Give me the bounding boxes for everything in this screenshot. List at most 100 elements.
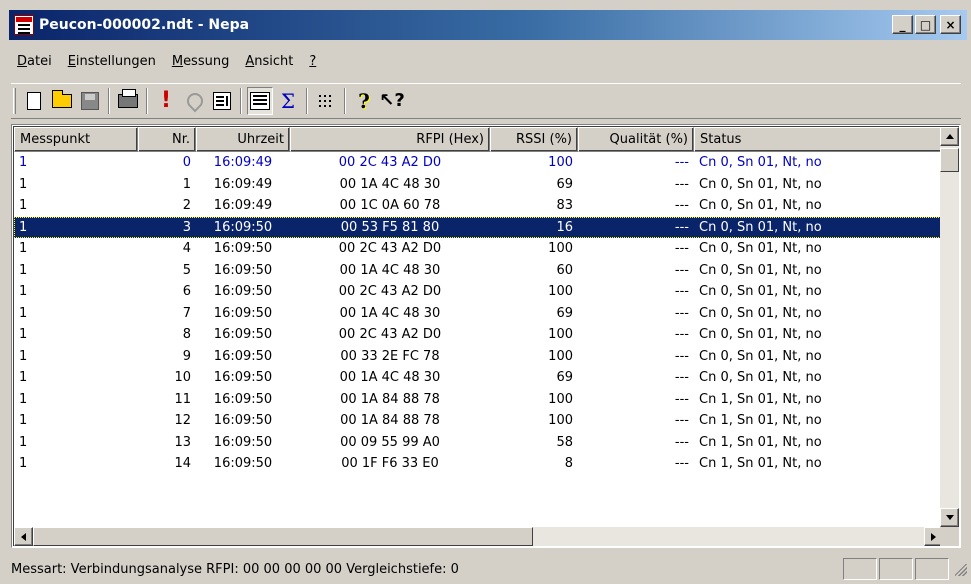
cell-status: Cn 0, Sn 01, Nt, no: [699, 370, 822, 386]
app-window: Peucon-000002.ndt - Nepa _ □ × Datei Eins…: [0, 0, 971, 584]
cell-uhrzeit: 16:09:50: [213, 391, 273, 407]
table-row[interactable]: 1 8 16:09:50 00 2C 43 A2 D0 100 --- Cn 0, Sn 0…: [14, 324, 943, 346]
toolbar: ! Σ ? ↖?: [11, 83, 961, 119]
cell-status: Cn 0, Sn 01, Nt, no: [699, 176, 822, 192]
cell-uhrzeit: 16:09:49: [213, 176, 273, 192]
cell-nr: 4: [182, 241, 191, 257]
help-button[interactable]: ?: [351, 87, 377, 115]
size-grip[interactable]: [951, 560, 969, 578]
cell-uhrzeit: 16:09:50: [213, 305, 273, 321]
status-bar: Messart: Verbindungsanalyse RFPI: 00 00 …: [9, 556, 969, 582]
status-pane: [879, 558, 913, 580]
cell-rssi: 100: [548, 241, 573, 257]
table-row[interactable]: 1 11 16:09:50 00 1A 84 88 78 100 --- Cn 1, Sn …: [14, 389, 943, 411]
table-row[interactable]: 1 14 16:09:50 00 1F F6 33 E0 8 --- Cn 1, Sn 01…: [14, 453, 943, 475]
scroll-left-button[interactable]: [14, 527, 33, 546]
cell-qualitaet: ---: [674, 241, 689, 257]
whats-this-button[interactable]: ↖?: [379, 87, 405, 115]
horizontal-scroll-thumb[interactable]: [33, 527, 533, 546]
column-header-rssi[interactable]: RSSI (%): [490, 127, 578, 152]
table-row[interactable]: 1 1 16:09:49 00 1A 4C 48 30 69 --- Cn 0, Sn 01…: [14, 174, 943, 196]
toolbar-separator: [344, 88, 346, 114]
cell-rfpi: 00 1A 4C 48 30: [339, 305, 441, 321]
cell-rssi: 100: [548, 391, 573, 407]
list-header: Messpunkt Nr. Uhrzeit RFPI (Hex) RSSI (%) Qua…: [14, 127, 943, 152]
table-row[interactable]: 1 2 16:09:49 00 1C 0A 60 78 83 --- Cn 0, Sn 01…: [14, 195, 943, 217]
toolbar-grip[interactable]: [13, 88, 16, 114]
table-row[interactable]: 1 10 16:09:50 00 1A 4C 48 30 69 --- Cn 0, Sn 0…: [14, 367, 943, 389]
table-row[interactable]: 1 0 16:09:49 00 2C 43 A2 D0 100 --- Cn 0, Sn 0…: [14, 152, 943, 174]
column-header-messpunkt[interactable]: Messpunkt: [14, 127, 138, 152]
table-row[interactable]: 1 4 16:09:50 00 2C 43 A2 D0 100 --- Cn 0, Sn 0…: [14, 238, 943, 260]
alert-button[interactable]: !: [153, 87, 179, 115]
vertical-scroll-thumb[interactable]: [940, 148, 959, 172]
cell-qualitaet: ---: [674, 391, 689, 407]
details-view-button[interactable]: [247, 87, 273, 115]
cell-nr: 14: [174, 456, 191, 472]
title-bar[interactable]: Peucon-000002.ndt - Nepa _ □ ×: [9, 10, 967, 40]
menu-messung[interactable]: Messung: [164, 54, 238, 69]
table-row[interactable]: 1 13 16:09:50 00 09 55 99 A0 58 --- Cn 1, Sn 0…: [14, 432, 943, 454]
column-header-qualitaet[interactable]: Qualität (%): [578, 127, 694, 152]
cell-uhrzeit: 16:09:49: [213, 198, 273, 214]
print-icon: [118, 89, 138, 108]
statistics-button[interactable]: Σ: [275, 87, 301, 115]
cut-button[interactable]: [181, 87, 207, 115]
horizontal-scrollbar[interactable]: [14, 527, 943, 546]
cell-rfpi: 00 1A 4C 48 30: [339, 370, 441, 386]
cell-uhrzeit: 16:09:50: [213, 284, 273, 300]
column-header-rfpi[interactable]: RFPI (Hex): [290, 127, 490, 152]
scroll-up-button[interactable]: [940, 127, 959, 146]
cell-messpunkt: 1: [19, 219, 28, 235]
menu-einstellungen[interactable]: Einstellungen: [60, 54, 164, 69]
cell-status: Cn 0, Sn 01, Nt, no: [699, 241, 822, 257]
grid-button[interactable]: [313, 87, 339, 115]
vertical-scrollbar[interactable]: [940, 127, 959, 527]
minimize-button[interactable]: _: [892, 15, 913, 34]
cell-nr: 3: [182, 219, 191, 235]
table-row[interactable]: 1 12 16:09:50 00 1A 84 88 78 100 --- Cn 1, Sn …: [14, 410, 943, 432]
cell-status: Cn 1, Sn 01, Nt, no: [699, 413, 822, 429]
cell-rssi: 100: [548, 284, 573, 300]
cell-rfpi: 00 09 55 99 A0: [340, 434, 440, 450]
cell-rfpi: 00 2C 43 A2 D0: [338, 284, 442, 300]
maximize-button[interactable]: □: [915, 15, 936, 34]
menu-ansicht[interactable]: Ansicht: [237, 54, 301, 69]
help-icon: ?: [358, 89, 370, 113]
cell-messpunkt: 1: [19, 348, 28, 364]
table-row[interactable]: 1 6 16:09:50 00 2C 43 A2 D0 100 --- Cn 0, Sn 0…: [14, 281, 943, 303]
table-row[interactable]: 1 3 16:09:50 00 53 F5 81 80 16 --- Cn 0, Sn 01…: [14, 216, 943, 238]
cell-uhrzeit: 16:09:50: [213, 327, 273, 343]
cell-uhrzeit: 16:09:50: [213, 241, 273, 257]
measurement-list[interactable]: Messpunkt Nr. Uhrzeit RFPI (Hex) RSSI (%) Qua…: [11, 124, 961, 548]
cell-qualitaet: ---: [674, 155, 689, 171]
cell-messpunkt: 1: [19, 155, 28, 171]
scroll-down-button[interactable]: [940, 508, 959, 527]
table-row[interactable]: 1 9 16:09:50 00 33 2E FC 78 100 --- Cn 0, Sn 0…: [14, 346, 943, 368]
status-text: Messart: Verbindungsanalyse RFPI: 00 00 …: [11, 561, 459, 577]
sort-button[interactable]: [209, 87, 235, 115]
column-header-nr[interactable]: Nr.: [138, 127, 196, 152]
cell-messpunkt: 1: [19, 262, 28, 278]
close-button[interactable]: ×: [940, 15, 961, 34]
new-button[interactable]: [21, 87, 47, 115]
cell-uhrzeit: 16:09:50: [213, 434, 273, 450]
app-icon[interactable]: [14, 15, 34, 35]
cell-nr: 2: [182, 198, 191, 214]
table-row[interactable]: 1 5 16:09:50 00 1A 4C 48 30 60 --- Cn 0, Sn 01…: [14, 260, 943, 282]
print-button[interactable]: [115, 87, 141, 115]
cell-nr: 11: [174, 391, 191, 407]
cell-messpunkt: 1: [19, 305, 28, 321]
open-button[interactable]: [49, 87, 75, 115]
menu-datei[interactable]: Datei: [9, 54, 60, 69]
list-viewport: Messpunkt Nr. Uhrzeit RFPI (Hex) RSSI (%) Qua…: [13, 126, 959, 546]
menu-help[interactable]: ?: [301, 54, 324, 69]
scrollbar-corner: [940, 527, 959, 546]
save-button[interactable]: [77, 87, 103, 115]
table-row[interactable]: 1 7 16:09:50 00 1A 4C 48 30 69 --- Cn 0, Sn 01…: [14, 303, 943, 325]
column-header-status[interactable]: Status: [694, 127, 943, 152]
column-header-uhrzeit[interactable]: Uhrzeit: [196, 127, 290, 152]
status-pane: [843, 558, 877, 580]
cell-qualitaet: ---: [674, 198, 689, 214]
cell-rssi: 100: [548, 155, 573, 171]
